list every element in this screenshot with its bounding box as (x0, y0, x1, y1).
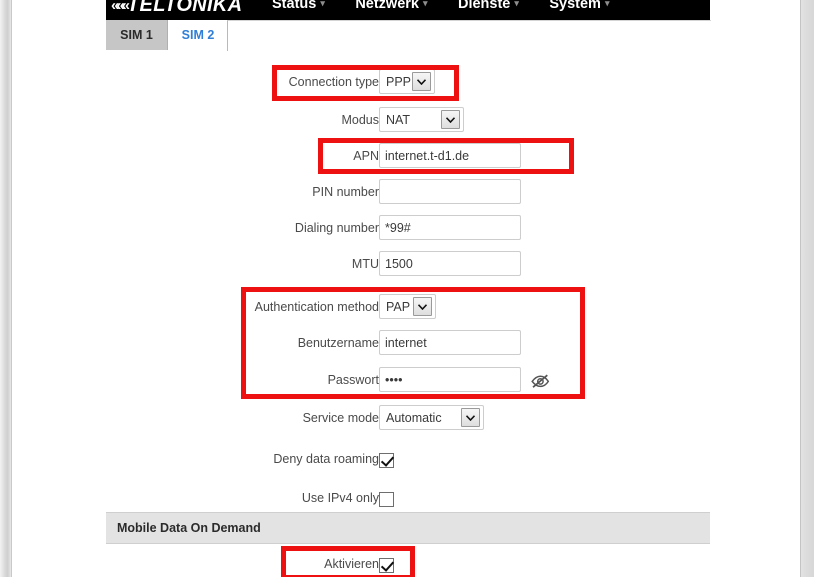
row-password: Passwort (106, 364, 710, 402)
brand-name: TELTONIKA (127, 0, 243, 16)
mtu-input[interactable] (379, 251, 521, 276)
aktivieren-checkbox-wrap (379, 557, 394, 575)
username-label: Benutzername (297, 336, 379, 350)
connection-type-select-wrap: PPP (379, 69, 435, 94)
tab-sim-2[interactable]: SIM 2 (169, 20, 227, 50)
auth-method-label: Authentication method (254, 300, 379, 314)
nav-item-dienste-label: Dienste (457, 0, 511, 12)
modus-select-wrap: NAT (379, 107, 464, 132)
nav-item-status[interactable]: Status ▾ (272, 0, 325, 12)
top-navigation-bar: «««TELTONIKA Status ▾ Netzwerk ▾ Dienste ▾ … (106, 0, 710, 20)
row-auth-method: Authentication method PAP (106, 291, 710, 329)
sim2-settings-form: Connection type PPP Modus NAT APN intern… (106, 51, 710, 577)
chevron-down-icon[interactable] (461, 408, 480, 427)
chevron-down-icon: ▾ (422, 0, 428, 8)
chevron-down-icon[interactable] (412, 72, 431, 91)
auth-method-select-wrap: PAP (379, 294, 436, 319)
password-input-wrap (379, 367, 521, 392)
chevron-down-icon: ▾ (320, 0, 325, 8)
row-mtu: MTU (106, 248, 710, 286)
tab-strip-filler (227, 20, 711, 51)
nav-item-system-label: System (549, 0, 601, 12)
tab-sim-1[interactable]: SIM 1 (106, 20, 168, 50)
use-ipv4-only-label: Use IPv4 only (301, 491, 379, 505)
connection-type-label: Connection type (288, 75, 379, 89)
row-service-mode: Service mode Automatic (106, 402, 710, 440)
aktivieren-label: Aktivieren (324, 557, 379, 571)
chevron-down-icon[interactable] (441, 110, 460, 129)
row-deny-data-roaming: Deny data roaming (106, 443, 710, 481)
modus-select[interactable]: NAT (379, 107, 464, 132)
window-left-edge (0, 0, 12, 577)
nav-item-system[interactable]: System ▾ (549, 0, 609, 12)
mtu-input-wrap (379, 251, 521, 276)
nav-item-netzwerk-label: Netzwerk (355, 0, 419, 12)
dialing-number-label: Dialing number (294, 221, 379, 235)
username-input[interactable] (379, 330, 521, 355)
row-apn: APN (106, 140, 710, 178)
nav-item-status-label: Status (272, 0, 317, 12)
row-connection-type: Connection type PPP (106, 66, 710, 104)
service-mode-label: Service mode (302, 411, 379, 425)
use-ipv4-only-checkbox[interactable] (379, 492, 394, 508)
deny-data-roaming-checkbox[interactable] (379, 453, 394, 469)
nav-item-netzwerk[interactable]: Netzwerk ▾ (355, 0, 427, 12)
page-scrollbar-track[interactable] (800, 0, 814, 577)
pin-number-label: PIN number (312, 185, 379, 199)
row-pin-number: PIN number (106, 176, 710, 214)
service-mode-select-wrap: Automatic (379, 405, 484, 430)
section-title: Mobile Data On Demand (117, 521, 261, 535)
dialing-number-input-wrap (379, 215, 521, 240)
chevron-down-icon[interactable] (413, 297, 432, 316)
password-label: Passwort (327, 373, 379, 387)
row-aktivieren: Aktivieren (106, 548, 710, 577)
modus-value: NAT (386, 112, 411, 127)
deny-data-roaming-label: Deny data roaming (273, 452, 379, 466)
password-input[interactable] (379, 367, 521, 392)
use-ipv4-only-checkbox-wrap (379, 491, 394, 509)
pin-number-input-wrap (379, 179, 521, 204)
chevron-down-icon: ▾ (514, 0, 519, 8)
auth-method-select[interactable]: PAP (379, 294, 436, 319)
modus-label: Modus (341, 113, 379, 127)
teltonika-logo: «««TELTONIKA (111, 0, 242, 17)
chevron-down-icon: ▾ (604, 0, 610, 8)
eye-slash-icon[interactable] (530, 373, 550, 389)
nav-links: Status ▾ Netzwerk ▾ Dienste ▾ System ▾ (272, 0, 635, 13)
nav-item-dienste[interactable]: Dienste ▾ (458, 0, 519, 12)
apn-input[interactable] (379, 143, 521, 168)
service-mode-value: Automatic (386, 410, 442, 425)
dialing-number-input[interactable] (379, 215, 521, 240)
row-username: Benutzername (106, 327, 710, 365)
section-header-mobile-data-on-demand: Mobile Data On Demand (106, 512, 710, 544)
service-mode-select[interactable]: Automatic (379, 405, 484, 430)
sim-tab-strip: SIM 1 SIM 2 (106, 20, 711, 52)
pin-number-input[interactable] (379, 179, 521, 204)
apn-input-wrap (379, 143, 521, 168)
logo-chevrons-icon: ««« (111, 0, 130, 14)
mtu-label: MTU (351, 257, 379, 271)
router-config-screenshot: «««TELTONIKA Status ▾ Netzwerk ▾ Dienste ▾ … (0, 0, 814, 577)
connection-type-select[interactable]: PPP (379, 69, 435, 94)
connection-type-value: PPP (386, 74, 412, 89)
auth-method-value: PAP (386, 299, 411, 314)
row-dialing-number: Dialing number (106, 212, 710, 250)
row-modus: Modus NAT (106, 104, 710, 142)
username-input-wrap (379, 330, 521, 355)
apn-label: APN (353, 149, 379, 163)
aktivieren-checkbox[interactable] (379, 558, 394, 574)
deny-data-roaming-checkbox-wrap (379, 452, 394, 470)
